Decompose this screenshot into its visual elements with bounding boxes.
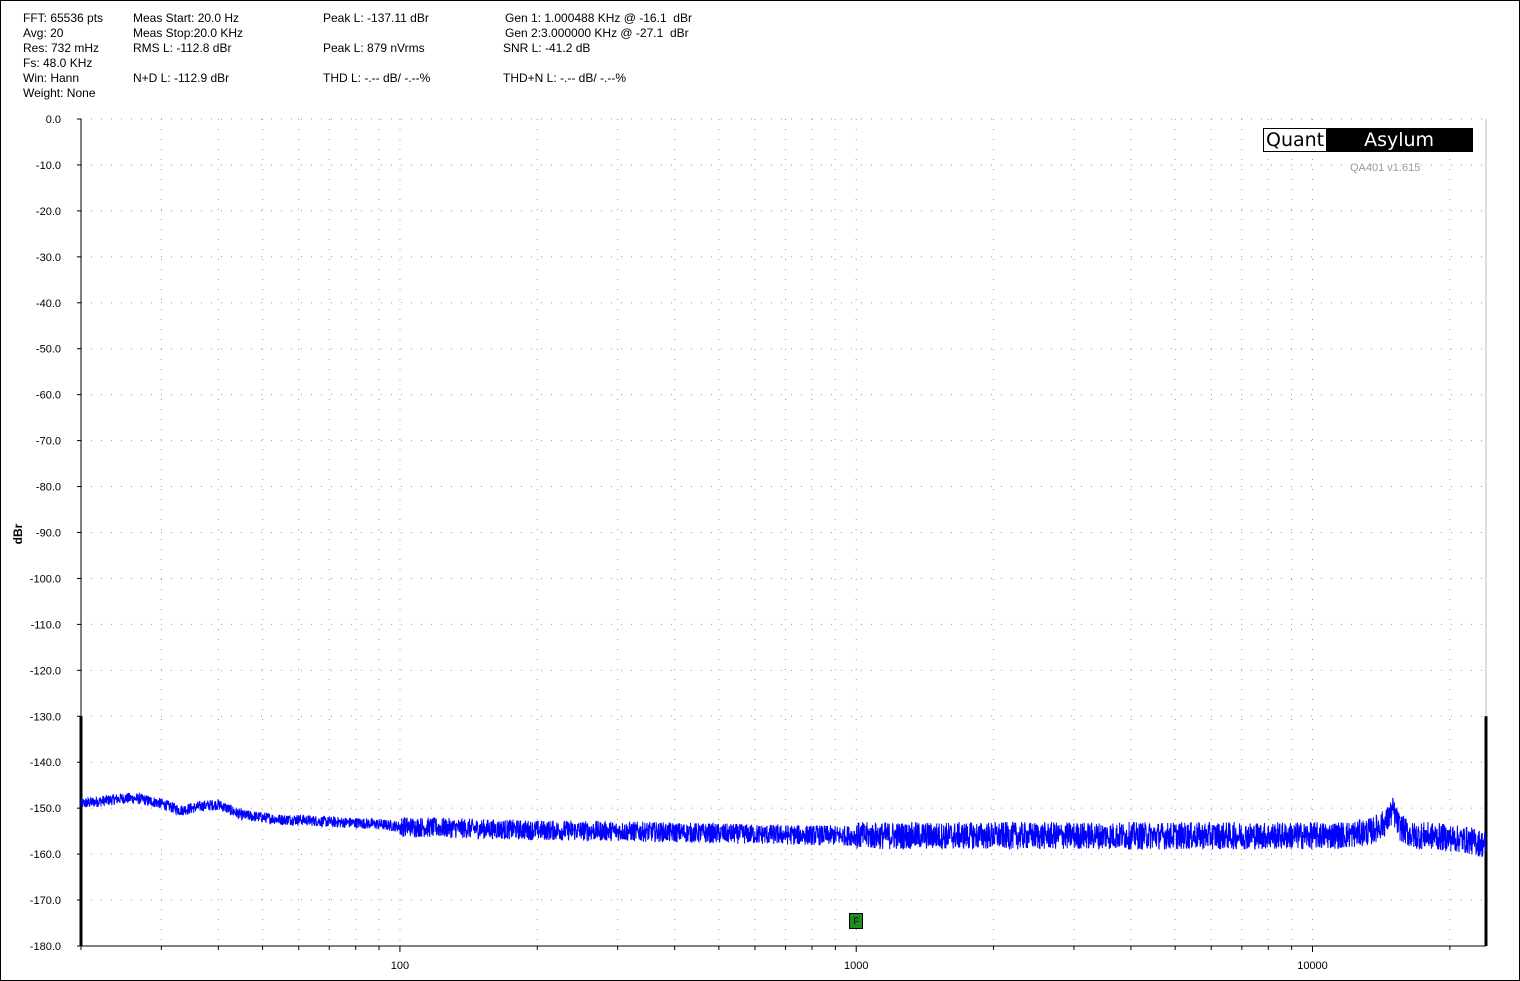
y-tick-label: -180.0 [30, 941, 61, 953]
y-tick-label: -130.0 [30, 711, 61, 723]
x-tick-label: 100 [391, 960, 409, 972]
frequency-marker[interactable]: F [849, 913, 864, 929]
y-tick-label: -150.0 [30, 803, 61, 815]
y-tick-label: -50.0 [36, 344, 61, 356]
y-tick-label: -160.0 [30, 849, 61, 861]
quantasylum-logo: Quant Asylum [1263, 128, 1473, 152]
y-tick-label: -30.0 [36, 252, 61, 264]
y-tick-label: -70.0 [36, 436, 61, 448]
x-tick-labels: 100 1000 10000 [391, 960, 1328, 972]
x-tick-label: 1000 [844, 960, 868, 972]
y-tick-label: -170.0 [30, 895, 61, 907]
y-tick-label: -140.0 [30, 757, 61, 769]
y-tick-label: -120.0 [30, 665, 61, 677]
y-axis-label: dBr [11, 523, 25, 544]
y-tick-label: -20.0 [36, 206, 61, 218]
y-tick-label: -90.0 [36, 528, 61, 540]
y-tick-label: -60.0 [36, 390, 61, 402]
version-label: QA401 v1.615 [1350, 162, 1421, 174]
y-tick-labels: 0.0 -10.0 -20.0 -30.0 -40.0 -50.0 -60.0 -70.0 -8… [30, 114, 61, 953]
spectrum-trace [80, 792, 1487, 857]
y-tick-label: -80.0 [36, 482, 61, 494]
x-tick-label: 10000 [1297, 960, 1328, 972]
y-tick-label: -100.0 [30, 573, 61, 585]
logo-quant: Quant [1264, 129, 1327, 151]
y-tick-label: -10.0 [36, 160, 61, 172]
y-tick-label: -110.0 [31, 619, 61, 631]
y-tick-label: 0.0 [46, 114, 61, 126]
y-tick-label: -40.0 [36, 298, 61, 310]
logo-asylum: Asylum [1326, 129, 1472, 151]
